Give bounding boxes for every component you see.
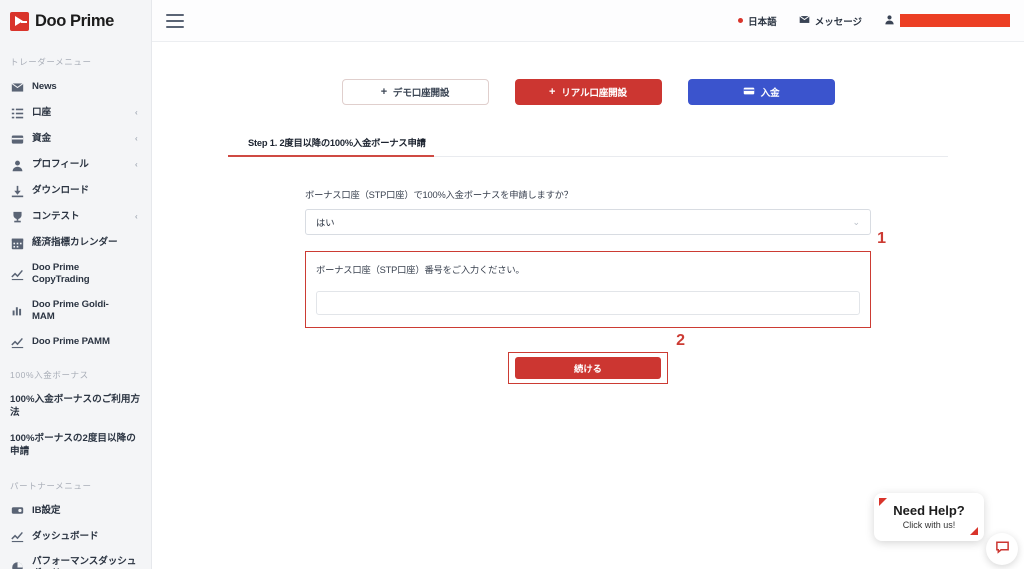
corner-mark-icon <box>879 498 887 506</box>
sidebar-item-copytrading[interactable]: Doo Prime CopyTrading <box>0 256 151 293</box>
chevron-icon: ‹ <box>135 134 138 143</box>
trophy-icon <box>10 210 24 224</box>
ib-settings-icon <box>10 504 24 518</box>
chart-bar-icon <box>10 304 24 318</box>
account-action-buttons: + デモ口座開設 + リアル口座開設 入金 <box>152 42 1024 105</box>
sidebar-item-accounts[interactable]: 口座 ‹ <box>0 100 151 126</box>
wallet-icon <box>10 132 24 146</box>
tab-step-1[interactable]: Step 1. 2度目以降の100%入金ボーナス申請 <box>228 135 434 157</box>
sidebar-section-trader: トレーダーメニュー <box>10 57 92 67</box>
chart-line-icon <box>10 335 24 349</box>
hamburger-menu-icon[interactable] <box>166 13 184 28</box>
sidebar-item-economic-calendar[interactable]: 経済指標カレンダー <box>0 230 151 256</box>
chat-bubble-button[interactable] <box>986 533 1018 565</box>
corner-mark-icon <box>970 527 978 535</box>
sidebar-item-performance-dashboard[interactable]: パフォーマンスダッシュボード <box>0 550 151 569</box>
deposit-button[interactable]: 入金 <box>687 79 835 105</box>
sidebar-item-label: プロフィール <box>32 158 89 170</box>
sidebar-item-label: Doo Prime CopyTrading <box>32 262 90 286</box>
brand-logo[interactable]: Doo Prime <box>0 0 151 42</box>
chat-help-subtitle: Click with us! <box>902 519 956 530</box>
bonus-question-value: はい <box>316 218 335 228</box>
continue-button[interactable]: 続ける <box>515 357 661 379</box>
open-live-account-label: リアル口座開設 <box>561 88 627 99</box>
sidebar-item-profile[interactable]: プロフィール ‹ <box>0 152 151 178</box>
language-dot-icon <box>738 18 744 23</box>
sidebar-item-label: ダウンロード <box>32 184 89 196</box>
credit-card-icon <box>743 85 755 100</box>
plus-icon: + <box>549 86 556 98</box>
user-icon <box>884 14 895 28</box>
doo-prime-logo-icon <box>10 11 29 31</box>
bonus-question-label: ボーナス口座（STP口座）で100%入金ボーナスを申請しますか？ <box>305 190 573 200</box>
chevron-icon: ‹ <box>135 108 138 117</box>
sidebar-item-label: IB設定 <box>32 504 61 516</box>
chevron-icon: ‹ <box>135 212 138 221</box>
messages-link[interactable]: メッセージ <box>799 14 862 28</box>
user-icon <box>10 158 24 172</box>
annotation-number-1: 1 <box>877 230 886 247</box>
annotation-region-1: 1 ボーナス口座（STP口座）番号をご入力ください。 <box>305 230 886 328</box>
sidebar-item-dashboard[interactable]: ダッシュボード <box>0 524 151 550</box>
sidebar-item-label: Doo Prime PAMM <box>32 335 110 347</box>
brand-name: Doo Prime <box>35 11 114 30</box>
user-menu[interactable] <box>884 14 1010 28</box>
chat-bubble-icon <box>995 539 1010 559</box>
page-content: + デモ口座開設 + リアル口座開設 入金 Step 1. 2度目以降の100%… <box>152 42 1024 569</box>
download-icon <box>10 184 24 198</box>
chart-line-icon <box>10 530 24 544</box>
pie-chart-icon <box>10 561 24 569</box>
sidebar-item-label: 経済指標カレンダー <box>32 236 118 248</box>
sidebar-item-label: コンテスト <box>32 210 80 222</box>
sidebar-item-label: Doo Prime Goldi-MAM <box>32 298 109 322</box>
submit-row: 2 続ける <box>305 332 871 384</box>
bonus-account-input[interactable] <box>316 291 860 315</box>
sidebar-item-news[interactable]: News <box>0 74 151 100</box>
bonus-account-label: ボーナス口座（STP口座）番号をご入力ください。 <box>316 265 525 275</box>
sidebar-section-bonus: 100%入金ボーナス <box>10 370 89 381</box>
sidebar-item-label: パフォーマンスダッシュボード <box>32 555 137 569</box>
sidebar-item-contest[interactable]: コンテスト ‹ <box>0 204 151 230</box>
open-demo-account-label: デモ口座開設 <box>392 88 450 99</box>
open-demo-account-button[interactable]: + デモ口座開設 <box>341 79 489 105</box>
chart-line-icon <box>10 267 24 281</box>
chat-help-tooltip[interactable]: Need Help? Click with us! <box>874 493 984 541</box>
sidebar-item-pamm[interactable]: Doo Prime PAMM <box>0 329 151 355</box>
user-name-redacted <box>900 14 1010 27</box>
sidebar-item-label: 資金 <box>32 132 51 144</box>
bonus-application-form: ボーナス口座（STP口座）で100%入金ボーナスを申請しますか？ はい ⌄ 1 … <box>305 187 886 384</box>
list-icon <box>10 106 24 120</box>
sidebar-item-bonus-howto[interactable]: 100%入金ボーナスのご利用方法 <box>0 387 151 426</box>
chevron-down-icon: ⌄ <box>852 216 860 227</box>
deposit-label: 入金 <box>760 88 780 99</box>
annotation-region-2: 2 続ける <box>508 332 685 384</box>
language-selector[interactable]: 日本語 <box>738 14 777 28</box>
sidebar-item-label: ダッシュボード <box>32 530 99 542</box>
topbar-right-group: 日本語 メッセージ <box>738 14 1010 28</box>
envelope-icon <box>10 80 24 94</box>
sidebar-item-funds[interactable]: 資金 ‹ <box>0 126 151 152</box>
step-tabs: Step 1. 2度目以降の100%入金ボーナス申請 <box>228 133 948 157</box>
envelope-icon <box>799 14 810 28</box>
sidebar-item-label: 口座 <box>32 106 51 118</box>
sidebar-section-partner: パートナーメニュー <box>10 480 92 491</box>
plus-icon: + <box>380 86 387 98</box>
sidebar-item-download[interactable]: ダウンロード <box>0 178 151 204</box>
sidebar-item-ib-settings[interactable]: IB設定 <box>0 498 151 524</box>
sidebar-item-goldi-mam[interactable]: Doo Prime Goldi-MAM <box>0 293 151 330</box>
sidebar: Doo Prime トレーダーメニュー News 口座 ‹ 資金 ‹ プロフィー… <box>0 0 152 569</box>
chevron-icon: ‹ <box>135 160 138 169</box>
chat-help-title: Need Help? <box>893 503 965 519</box>
messages-label: メッセージ <box>814 16 862 28</box>
sidebar-item-bonus-reapply[interactable]: 100%ボーナスの2度目以降の申請 <box>0 426 151 465</box>
main-area: 日本語 メッセージ + デモ口座開設 + リアル口座開設 入金 Step 1. … <box>152 0 1024 569</box>
topbar: 日本語 メッセージ <box>152 0 1024 42</box>
annotation-number-2: 2 <box>676 332 685 349</box>
language-label: 日本語 <box>748 16 777 28</box>
open-live-account-button[interactable]: + リアル口座開設 <box>514 79 662 105</box>
sidebar-item-label: News <box>32 80 57 92</box>
calendar-icon <box>10 236 24 250</box>
app-root: Doo Prime トレーダーメニュー News 口座 ‹ 資金 ‹ プロフィー… <box>0 0 1024 569</box>
bonus-question-select[interactable]: はい ⌄ <box>305 209 871 235</box>
